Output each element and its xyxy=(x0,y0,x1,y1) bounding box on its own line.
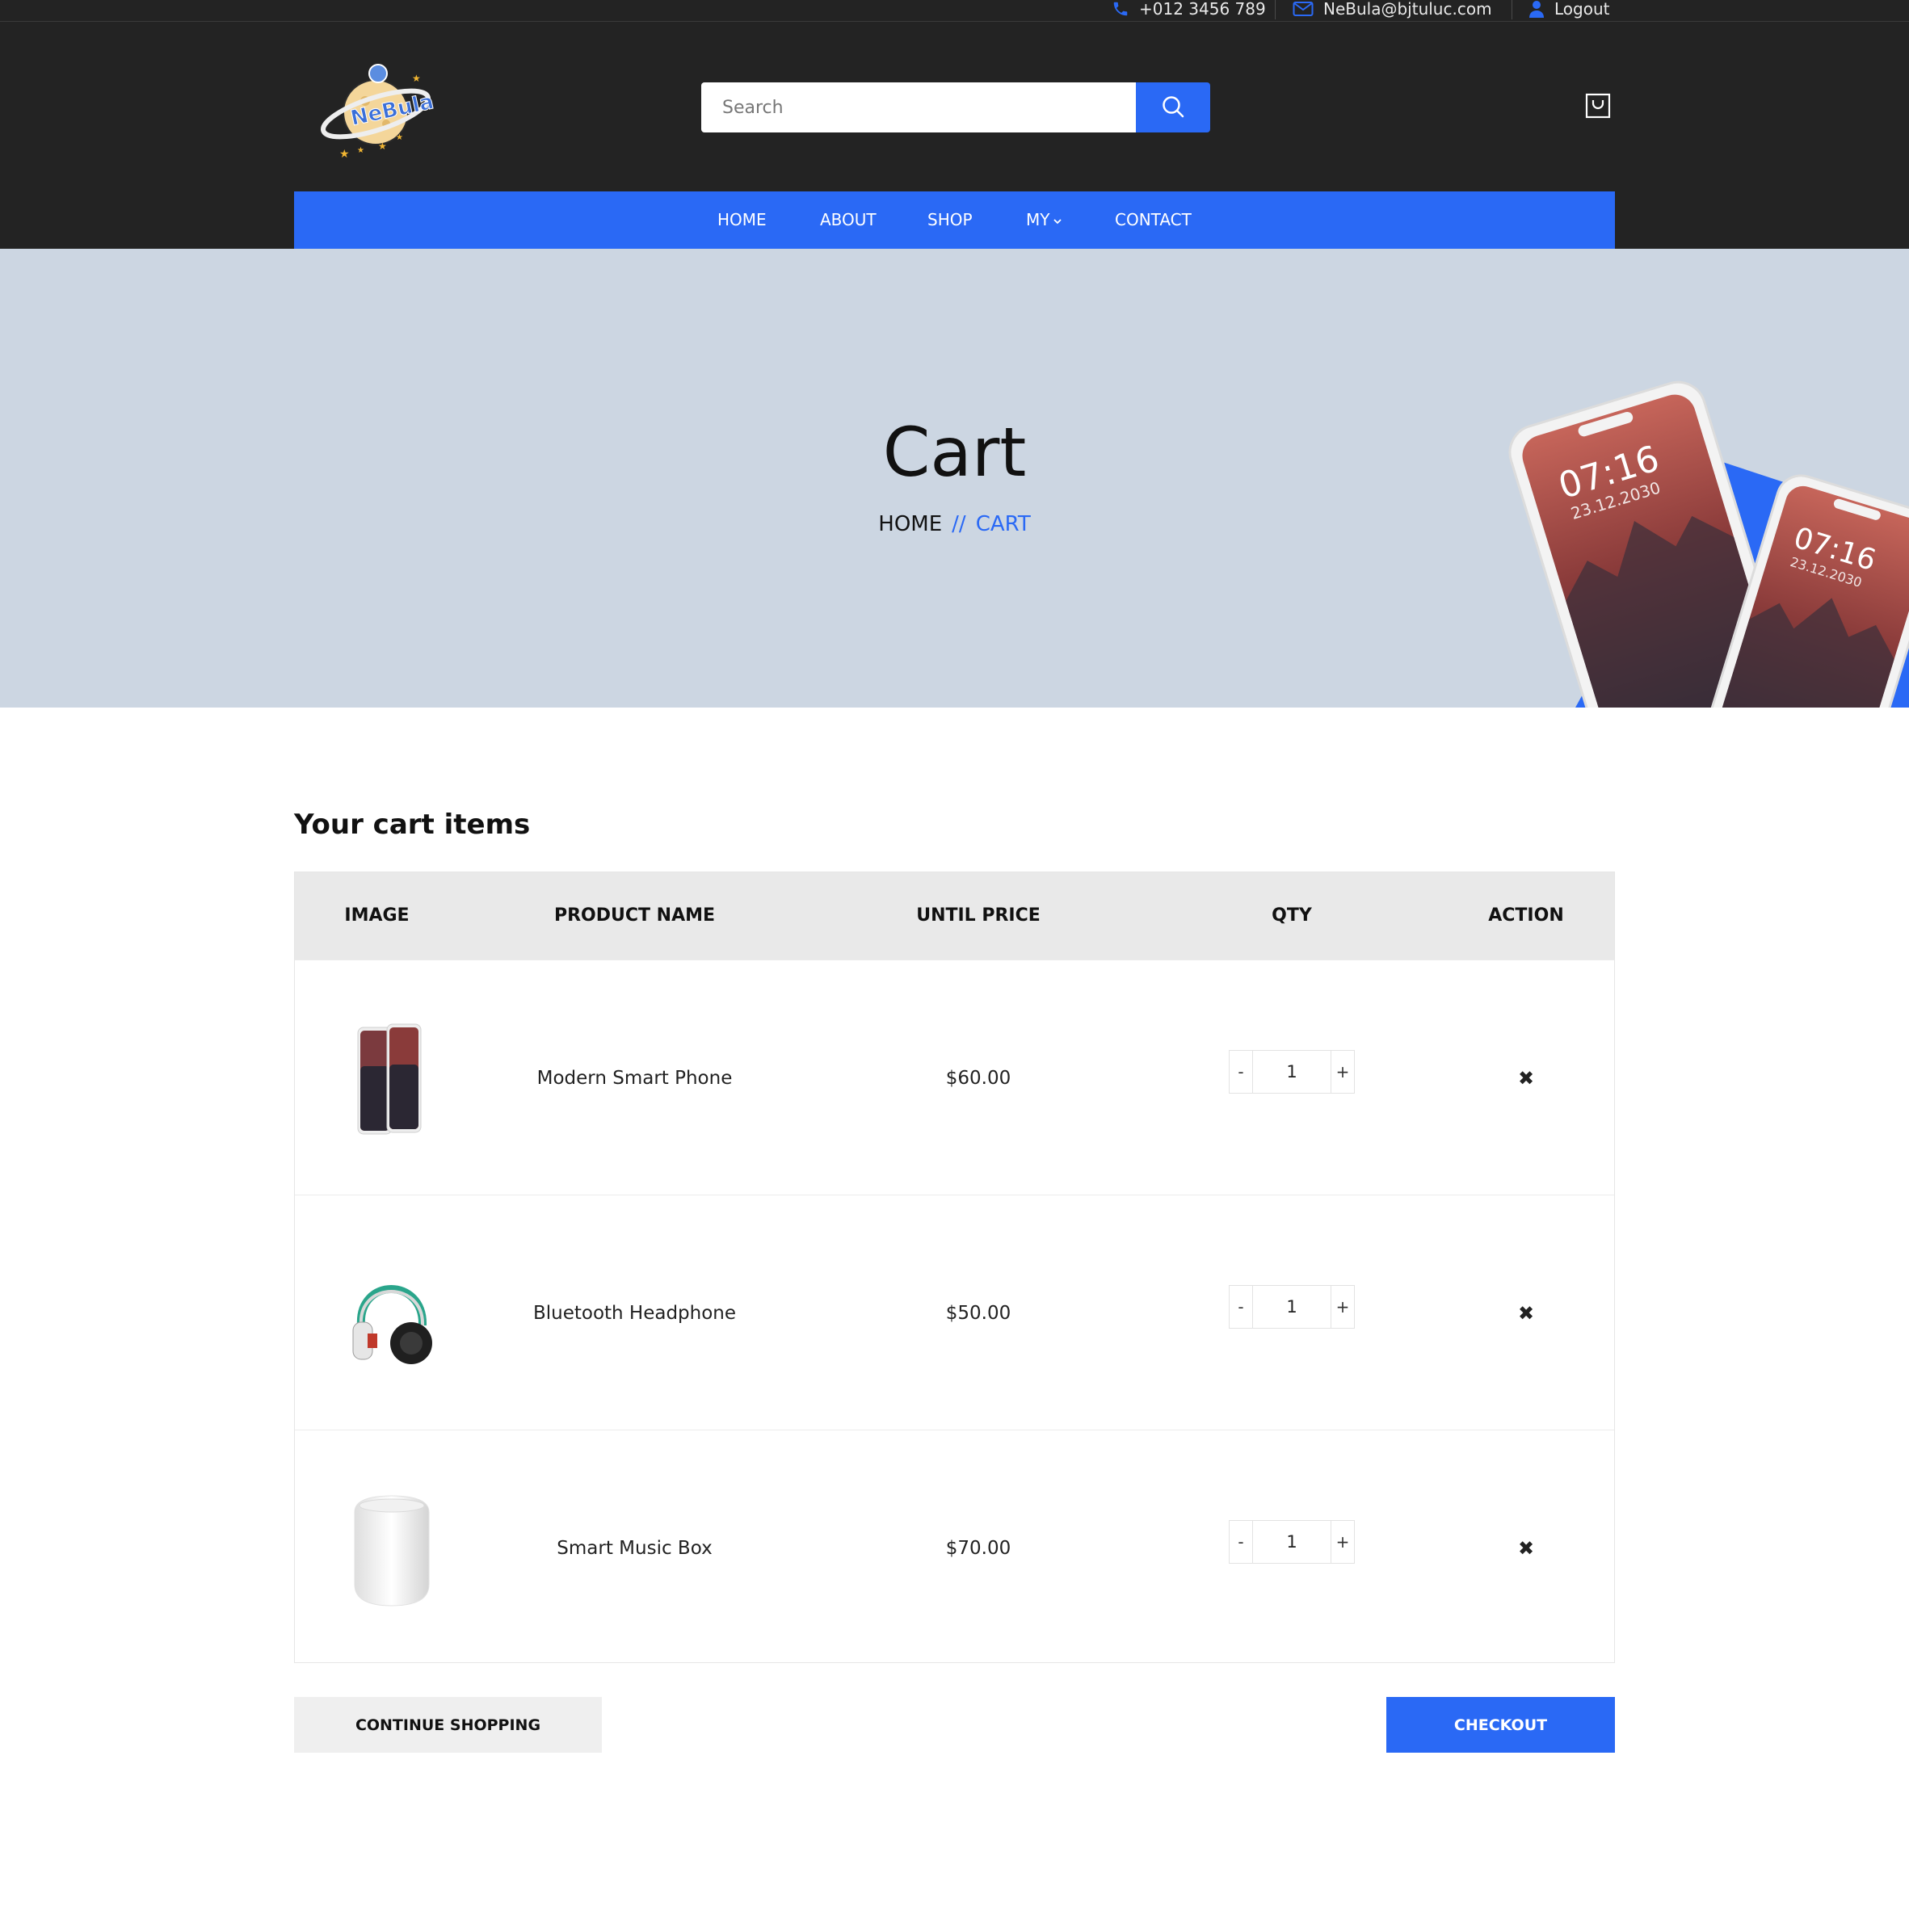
product-image-cell xyxy=(343,1430,440,1665)
cart-table: IMAGE PRODUCT NAME UNTIL PRICE QTY ACTIO… xyxy=(294,872,1615,1663)
column-header-qty: QTY xyxy=(1272,905,1312,926)
nav-item-about[interactable]: ABOUT xyxy=(820,191,877,249)
smartphone-image[interactable] xyxy=(343,1018,440,1139)
main-nav: HOME ABOUT SHOP MY CONTACT xyxy=(294,191,1615,249)
quantity-input[interactable]: 1 xyxy=(1252,1520,1331,1563)
chevron-down-icon xyxy=(1053,191,1062,249)
column-header-image: IMAGE xyxy=(344,905,410,926)
phone-icon xyxy=(1112,0,1129,18)
speaker-image[interactable] xyxy=(343,1488,440,1609)
remove-item-icon[interactable]: ✖ xyxy=(1518,1537,1534,1560)
quantity-stepper: - 1 + xyxy=(1229,1519,1355,1564)
search-input[interactable] xyxy=(701,82,1136,132)
breadcrumb-current: CART xyxy=(975,512,1031,536)
continue-shopping-button[interactable]: CONTINUE SHOPPING xyxy=(294,1697,602,1753)
svg-text:★: ★ xyxy=(412,73,421,84)
decrease-qty-button[interactable]: - xyxy=(1230,1286,1252,1328)
contact-email[interactable]: NeBula@bjtuluc.com xyxy=(1293,0,1492,18)
breadcrumb-home[interactable]: HOME xyxy=(878,512,942,536)
quantity-stepper: - 1 + xyxy=(1229,1049,1355,1094)
table-header: IMAGE PRODUCT NAME UNTIL PRICE QTY ACTIO… xyxy=(295,872,1614,960)
search-bar xyxy=(701,82,1210,132)
increase-qty-button[interactable]: + xyxy=(1331,1286,1354,1328)
qty-cell: - 1 + xyxy=(1146,1189,1437,1424)
nav-item-contact[interactable]: CONTACT xyxy=(1115,191,1192,249)
product-price: $70.00 xyxy=(945,1537,1011,1559)
product-price: $50.00 xyxy=(945,1302,1011,1324)
breadcrumb-separator: // xyxy=(952,512,966,536)
svg-text:★: ★ xyxy=(396,133,403,142)
action-cell: ✖ xyxy=(1437,960,1615,1195)
top-info-bar: +012 3456 789 NeBula@bjtuluc.com Logout xyxy=(0,0,1909,22)
increase-qty-button[interactable]: + xyxy=(1331,1521,1354,1563)
quantity-input[interactable]: 1 xyxy=(1252,1285,1331,1328)
product-price: $60.00 xyxy=(945,1067,1011,1089)
remove-item-icon[interactable]: ✖ xyxy=(1518,1067,1534,1090)
user-icon xyxy=(1528,0,1545,18)
product-name[interactable]: Modern Smart Phone xyxy=(459,960,810,1195)
table-row: Bluetooth Headphone $50.00 - 1 + ✖ xyxy=(295,1195,1614,1430)
search-icon xyxy=(1161,94,1185,121)
product-name[interactable]: Bluetooth Headphone xyxy=(459,1195,810,1430)
logout-label: Logout xyxy=(1554,0,1610,19)
decrease-qty-button[interactable]: - xyxy=(1230,1521,1252,1563)
site-header: NeBula ★ ★ ★ ★ ★ HOME ABOUT SHOP MY xyxy=(0,22,1909,249)
remove-item-icon[interactable]: ✖ xyxy=(1518,1302,1534,1325)
svg-text:★: ★ xyxy=(378,141,387,152)
search-button[interactable] xyxy=(1136,82,1210,132)
site-logo[interactable]: NeBula ★ ★ ★ ★ ★ xyxy=(315,54,436,167)
contact-phone[interactable]: +012 3456 789 xyxy=(1112,0,1266,18)
qty-cell: - 1 + xyxy=(1146,954,1437,1189)
checkout-button[interactable]: CHECKOUT xyxy=(1386,1697,1615,1753)
action-cell: ✖ xyxy=(1437,1430,1615,1665)
logout-link[interactable]: Logout xyxy=(1528,0,1609,18)
headphone-image[interactable] xyxy=(343,1253,440,1374)
table-row: Smart Music Box $70.00 - 1 + ✖ xyxy=(295,1430,1614,1665)
action-cell: ✖ xyxy=(1437,1195,1615,1430)
mail-icon xyxy=(1293,1,1314,17)
email-address: NeBula@bjtuluc.com xyxy=(1323,0,1492,19)
divider xyxy=(1275,0,1276,19)
svg-text:★: ★ xyxy=(357,146,364,155)
nav-item-my-label: MY xyxy=(1026,210,1050,229)
increase-qty-button[interactable]: + xyxy=(1331,1051,1354,1093)
nav-item-shop[interactable]: SHOP xyxy=(927,191,973,249)
product-image-cell xyxy=(343,960,440,1195)
phone-number: +012 3456 789 xyxy=(1139,0,1266,19)
svg-text:★: ★ xyxy=(339,148,350,161)
column-header-product-name: PRODUCT NAME xyxy=(553,905,716,926)
product-name[interactable]: Smart Music Box xyxy=(459,1430,810,1665)
banner-phones-image: 07:16 23.12.2030 07:16 23.12.2030 xyxy=(1470,249,1909,708)
product-image-cell xyxy=(343,1195,440,1430)
column-header-price: UNTIL PRICE xyxy=(916,905,1041,926)
qty-cell: - 1 + xyxy=(1146,1424,1437,1659)
nav-item-my[interactable]: MY xyxy=(1026,191,1062,249)
column-header-action: ACTION xyxy=(1488,905,1564,926)
decrease-qty-button[interactable]: - xyxy=(1230,1051,1252,1093)
page-banner: Cart HOME//CART 07:16 23.12.2030 07:16 2… xyxy=(0,249,1909,708)
quantity-input[interactable]: 1 xyxy=(1252,1050,1331,1093)
shopping-bag-icon[interactable] xyxy=(1585,93,1611,119)
quantity-stepper: - 1 + xyxy=(1229,1284,1355,1329)
nav-item-home[interactable]: HOME xyxy=(717,191,767,249)
table-row: Modern Smart Phone $60.00 - 1 + ✖ xyxy=(295,960,1614,1195)
cart-heading: Your cart items xyxy=(294,808,531,841)
